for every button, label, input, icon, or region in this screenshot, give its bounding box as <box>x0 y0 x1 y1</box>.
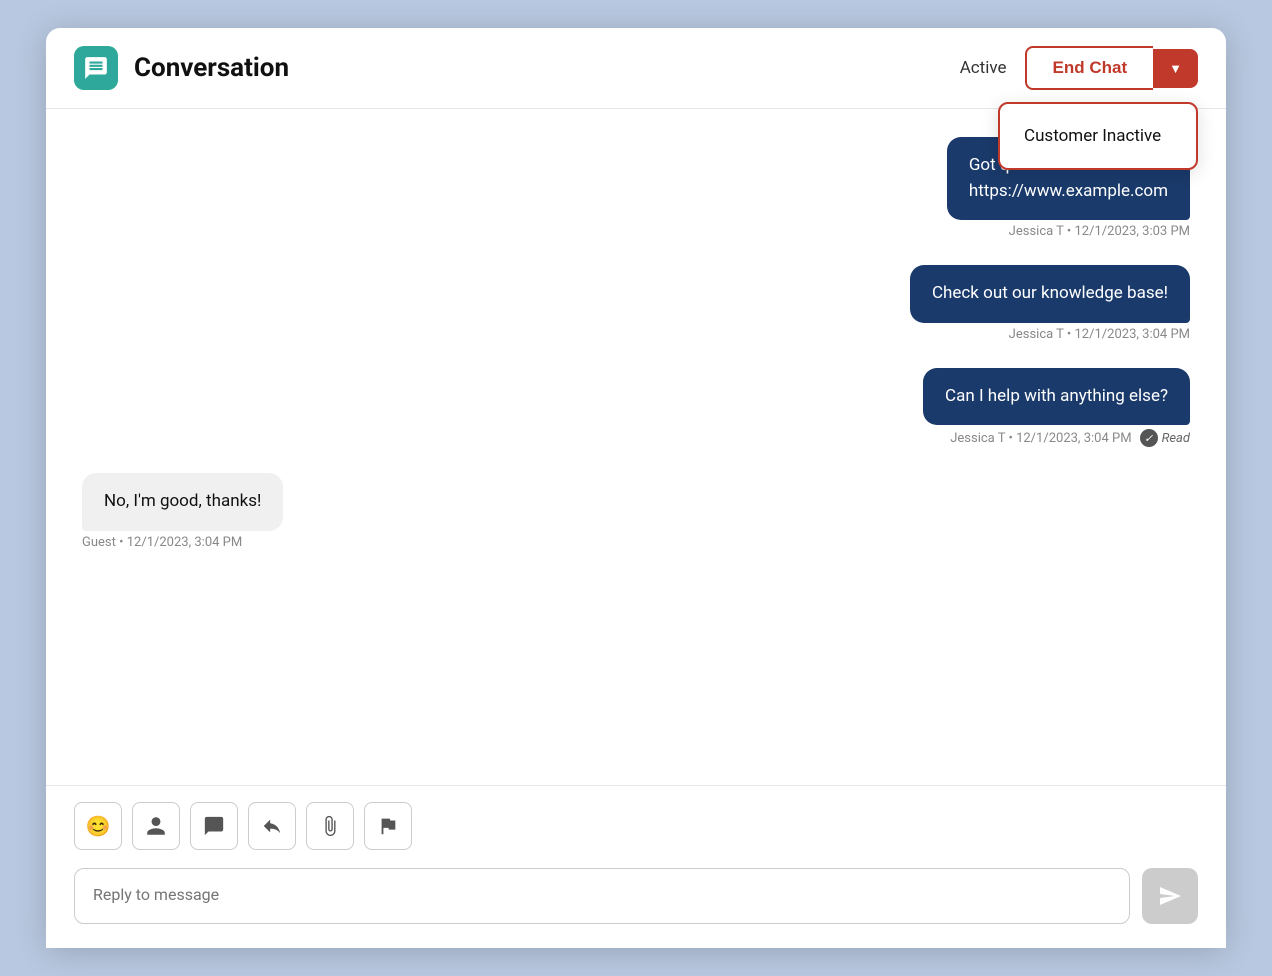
attachment-btn[interactable] <box>306 802 354 850</box>
toolbar: 😊 <box>46 785 1226 860</box>
message-meta: Jessica T • 12/1/2023, 3:04 PM <box>1009 327 1190 342</box>
message-group: Can I help with anything else? Jessica T… <box>82 368 1190 468</box>
status-label: Active <box>960 58 1007 78</box>
read-check-icon: ✓ <box>1140 429 1158 447</box>
end-chat-button[interactable]: End Chat <box>1025 46 1154 90</box>
chat-area: Got questions?https://www.example.com Je… <box>46 109 1226 785</box>
send-button[interactable] <box>1142 868 1198 924</box>
reply-input[interactable] <box>74 868 1130 924</box>
conversation-icon <box>74 46 118 90</box>
chevron-down-icon: ▼ <box>1169 61 1182 76</box>
reply-btn[interactable] <box>248 802 296 850</box>
reply-area <box>46 860 1226 948</box>
message-meta: Jessica T • 12/1/2023, 3:04 PM ✓ Read <box>950 429 1190 447</box>
page-title: Conversation <box>134 53 960 83</box>
chat-btn[interactable] <box>190 802 238 850</box>
message-meta: Jessica T • 12/1/2023, 3:03 PM <box>1009 224 1190 239</box>
read-label: Read <box>1162 431 1190 446</box>
contact-btn[interactable] <box>132 802 180 850</box>
message-bubble: Can I help with anything else? <box>923 368 1190 426</box>
customer-inactive-option[interactable]: Customer Inactive <box>1000 112 1196 160</box>
message-group: Check out our knowledge base! Jessica T … <box>82 265 1190 362</box>
dropdown-button[interactable]: ▼ <box>1153 49 1198 88</box>
emoji-btn[interactable]: 😊 <box>74 802 122 850</box>
message-group: No, I'm good, thanks! Guest • 12/1/2023,… <box>82 473 1190 570</box>
header-actions: End Chat ▼ Customer Inactive <box>1025 46 1198 90</box>
conversation-svg <box>83 55 109 81</box>
app-window: Conversation Active End Chat ▼ Customer … <box>46 28 1226 948</box>
message-meta: Guest • 12/1/2023, 3:04 PM <box>82 535 242 550</box>
flag-btn[interactable] <box>364 802 412 850</box>
dropdown-menu: Customer Inactive <box>998 102 1198 170</box>
message-bubble: Check out our knowledge base! <box>910 265 1190 323</box>
read-badge: ✓ Read <box>1140 429 1190 447</box>
message-bubble: No, I'm good, thanks! <box>82 473 283 531</box>
header: Conversation Active End Chat ▼ Customer … <box>46 28 1226 109</box>
